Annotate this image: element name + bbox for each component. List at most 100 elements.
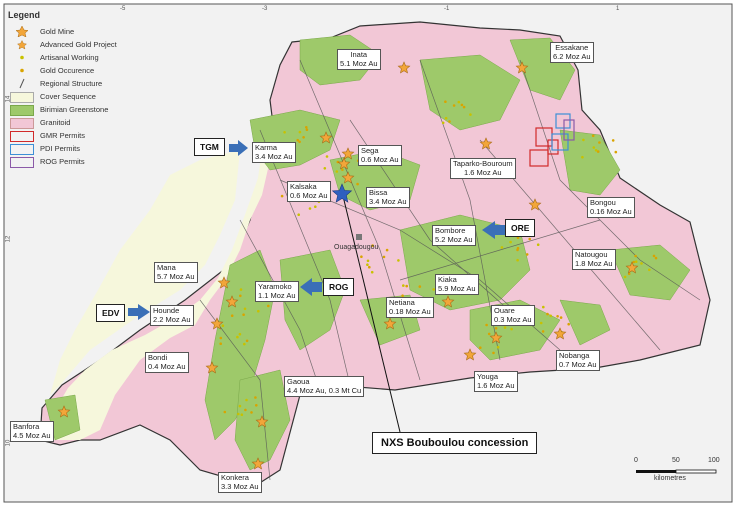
scale-tick-50: 50	[672, 457, 680, 464]
artisanal-dot	[244, 408, 247, 412]
label-inata: Inata 5.1 Moz Au	[337, 49, 381, 70]
artisanal-dot	[323, 167, 327, 170]
legend-item-gmr: GMR Permits	[8, 130, 158, 143]
artisanal-dot	[366, 263, 369, 267]
lon-label-m3: -3	[262, 6, 268, 12]
deposit-resource: 6.2 Moz Au	[553, 51, 591, 61]
artisanal-dot	[245, 398, 248, 402]
artisanal-dot	[500, 246, 504, 249]
legend-item-structure: Regional Structure	[8, 78, 158, 91]
company-edv: EDV	[96, 304, 126, 322]
deposit-resource: 0.16 Moz Au	[590, 206, 632, 216]
label-hounde: Hounde 2.2 Moz Au	[150, 305, 194, 326]
artisanal-dot	[546, 312, 549, 316]
artisanal-dot	[632, 260, 636, 264]
scale-bar	[636, 469, 717, 474]
deposit-resource: 0.7 Moz Au	[559, 359, 597, 369]
artisanal-dot	[223, 410, 227, 414]
artisanal-dot	[598, 141, 601, 144]
artisanal-dot	[370, 270, 374, 274]
deposit-resource: 3.4 Moz Au	[255, 151, 293, 161]
deposit-resource: 3.3 Moz Au	[221, 481, 259, 491]
label-mana: Mana 5.7 Moz Au	[154, 262, 198, 283]
artisanal-dot	[254, 396, 257, 399]
artisanal-dot	[549, 314, 552, 318]
nxs-concession-label: NXS Bouboulou concession	[372, 432, 538, 454]
company-tgm: TGM	[194, 138, 225, 156]
deposit-resource: 2.2 Moz Au	[153, 314, 191, 324]
artisanal-dot	[402, 284, 405, 287]
legend-label: Gold Occurence	[40, 66, 95, 75]
artisanal-dot	[596, 150, 600, 153]
artisanal-dot	[444, 100, 447, 103]
legend-label: Granitoid	[40, 118, 71, 127]
legend-label: Advanced Gold Project	[40, 40, 117, 49]
lat-label-10: 10	[5, 439, 12, 447]
artisanal-dot	[356, 182, 359, 186]
artisanal-dot	[541, 330, 545, 333]
artisanal-dot	[559, 316, 563, 319]
legend-item-cover: Cover Sequence	[8, 91, 158, 104]
deposit-resource: 5.1 Moz Au	[340, 58, 378, 68]
label-nobanga: Nobanga 0.7 Moz Au	[556, 350, 600, 371]
artisanal-dot	[230, 314, 234, 318]
artisanal-dot	[640, 262, 643, 265]
scale-unit: kilometres	[654, 475, 686, 482]
artisanal-dot	[634, 260, 638, 264]
artisanal-dot	[492, 351, 495, 355]
artisanal-dot	[308, 207, 312, 210]
artisanal-dot	[556, 315, 559, 318]
artisanal-dot	[457, 100, 461, 104]
deposit-resource: 4.4 Moz Au, 0.3 Mt Cu	[287, 385, 362, 395]
dot-icon	[20, 68, 24, 73]
scale-tick-100: 100	[708, 457, 720, 464]
swatch-pdi	[10, 144, 34, 155]
artisanal-dot	[452, 104, 456, 107]
artisanal-dot	[448, 120, 451, 123]
label-sega: Sega 0.6 Moz Au	[358, 145, 402, 166]
label-konkera: Konkera 3.3 Moz Au	[218, 472, 262, 493]
deposit-resource: 5.7 Moz Au	[157, 271, 195, 281]
artisanal-dot	[297, 213, 301, 216]
artisanal-dot	[302, 136, 305, 139]
star-small-icon	[17, 40, 27, 50]
deposit-resource: 1.6 Moz Au	[477, 380, 515, 390]
artisanal-dot	[245, 339, 249, 343]
legend-item-advanced-project: Advanced Gold Project	[8, 39, 158, 52]
artisanal-dot	[516, 258, 519, 262]
deposit-resource: 5.9 Moz Au	[438, 283, 476, 293]
artisanal-dot	[250, 411, 253, 414]
artisanal-dot	[296, 138, 300, 142]
label-bombore: Bombore 5.2 Moz Au	[432, 225, 476, 246]
legend-label: Birimian Greenstone	[40, 105, 109, 114]
dot-icon	[20, 55, 24, 60]
legend-item-pdi: PDI Permits	[8, 143, 158, 156]
swatch-granitoid	[10, 118, 34, 129]
legend-item-gold-mine: Gold Mine	[8, 26, 158, 39]
label-banfora: Banfora 4.5 Moz Au	[10, 421, 54, 442]
label-yaramoko: Yaramoko 1.1 Moz Au	[255, 281, 299, 302]
artisanal-dot	[283, 131, 286, 134]
artisanal-dot	[581, 155, 584, 159]
lon-label-m1: -1	[444, 6, 450, 12]
artisanal-dot	[460, 103, 464, 107]
artisanal-dot	[239, 294, 242, 298]
lon-label-m5: -5	[120, 6, 126, 12]
company-rog: ROG	[323, 278, 355, 296]
deposit-resource: 1.6 Moz Au	[464, 167, 502, 177]
deposit-resource: 4.5 Moz Au	[13, 430, 51, 440]
artisanal-dot	[368, 265, 371, 269]
artisanal-dot	[254, 404, 258, 407]
swatch-cover	[10, 92, 34, 103]
label-taparko: Taparko-Bouroum 1.6 Moz Au	[450, 158, 516, 179]
artisanal-dot	[298, 130, 302, 134]
deposit-resource: 5.2 Moz Au	[435, 234, 473, 244]
artisanal-dot	[479, 346, 482, 350]
artisanal-dot	[366, 259, 370, 263]
artisanal-dot	[542, 305, 545, 309]
label-bissa: Bissa 3.4 Moz Au	[366, 187, 410, 208]
swatch-gmr	[10, 131, 34, 142]
artisanal-dot	[385, 248, 389, 252]
artisanal-dot	[469, 113, 472, 116]
legend-item-granitoid: Granitoid	[8, 117, 158, 130]
